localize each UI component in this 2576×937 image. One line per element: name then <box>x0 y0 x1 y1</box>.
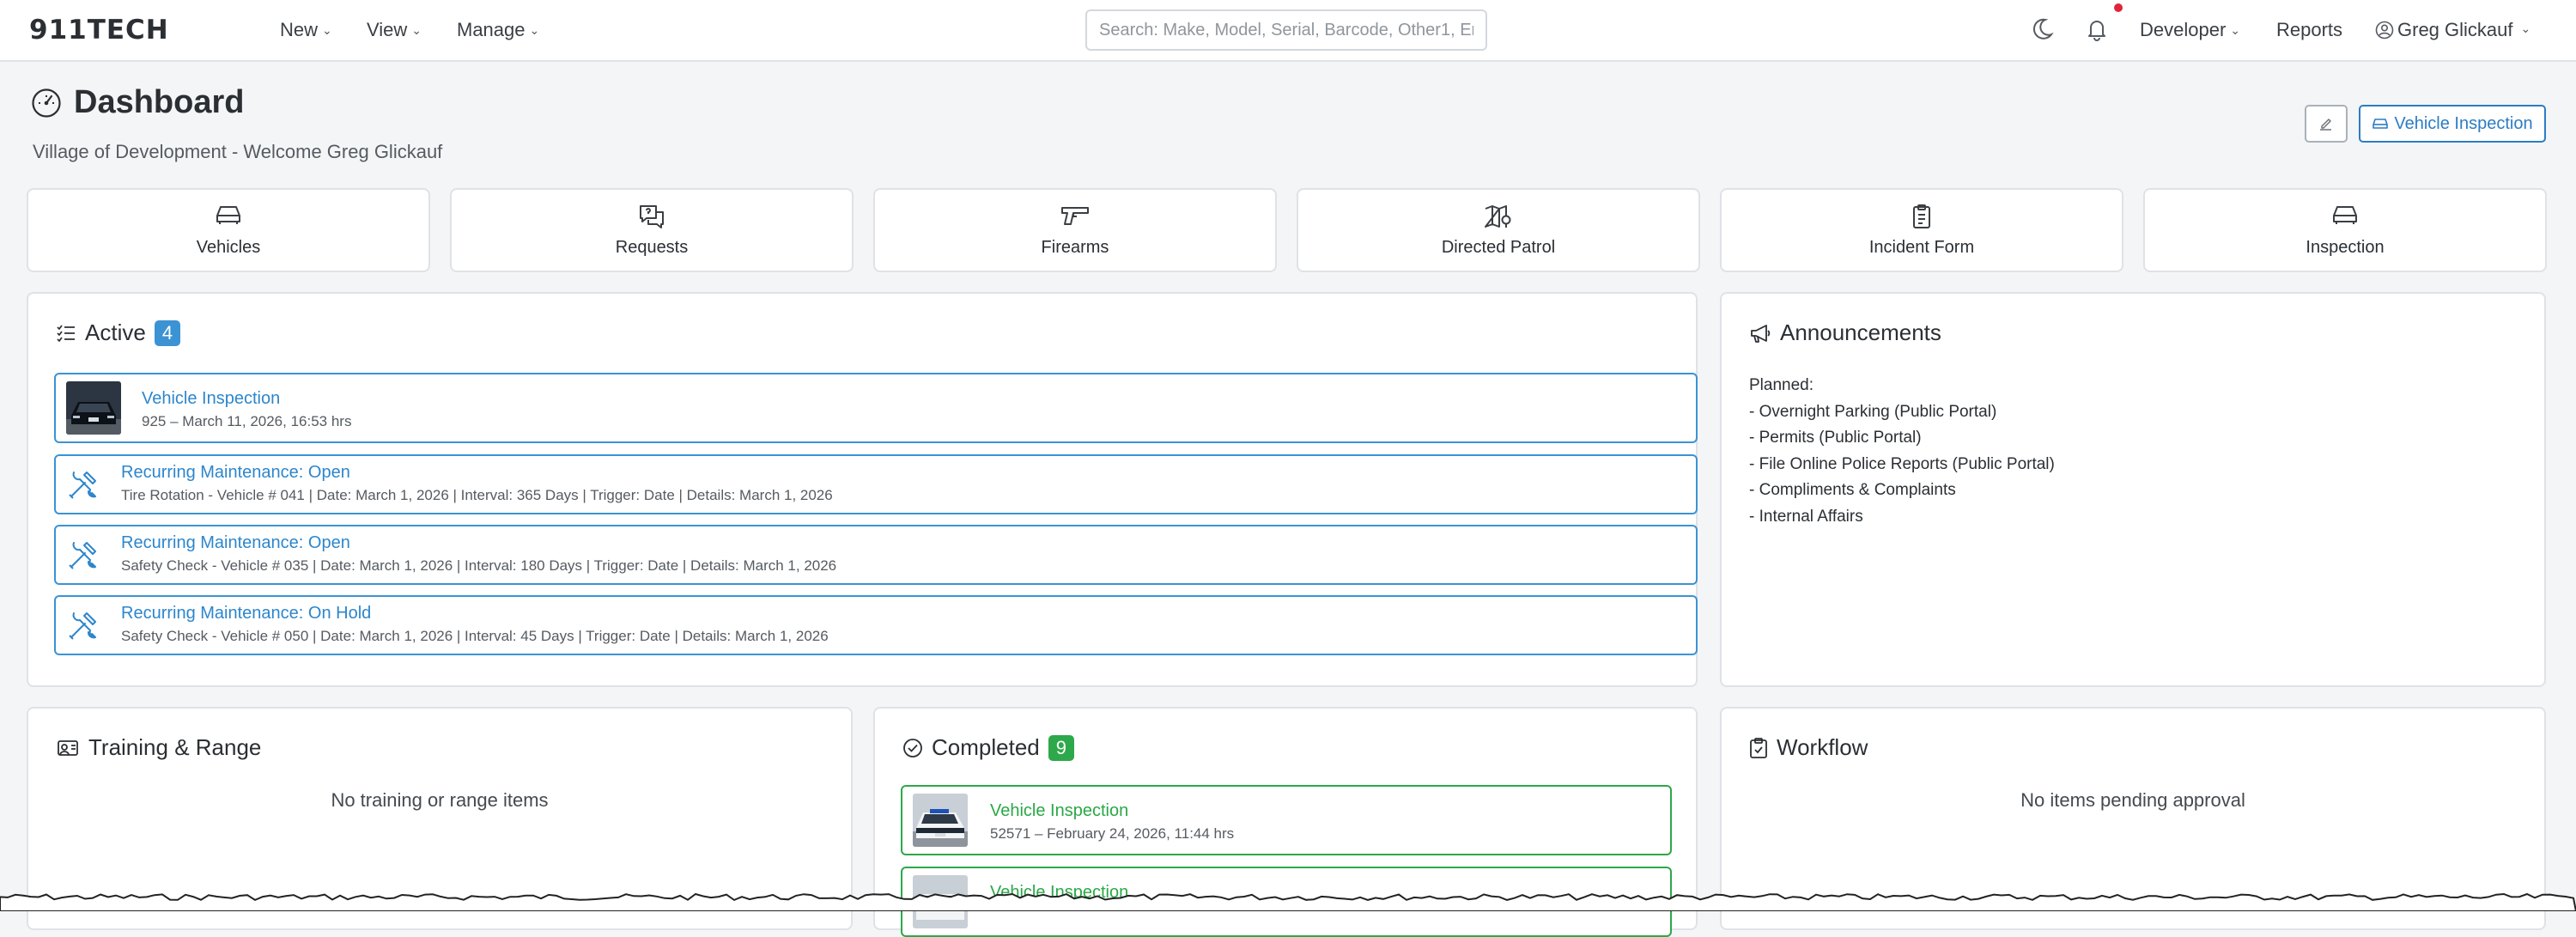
active-card-header: Active 4 <box>56 319 181 346</box>
chevron-down-icon: ⌄ <box>322 23 332 37</box>
chevron-down-icon: ⌄ <box>2520 21 2531 35</box>
dark-mode-moon-icon[interactable] <box>2028 15 2056 43</box>
car-icon <box>2372 119 2389 129</box>
active-item-title: Recurring Maintenance: Open <box>121 533 350 552</box>
announcement-line: - File Online Police Reports (Public Por… <box>1749 454 2055 473</box>
completed-item-vehicle-inspection[interactable]: Vehicle Inspection 52571 – February 24, … <box>901 785 1672 855</box>
tile-vehicles-label: Vehicles <box>196 238 261 257</box>
tile-inspection[interactable]: Inspection <box>2143 188 2547 272</box>
chevron-down-icon: ⌄ <box>529 23 540 37</box>
completed-card-title: Completed <box>932 734 1040 760</box>
tile-directed-patrol[interactable]: Directed Patrol <box>1297 188 1700 272</box>
app-logo[interactable]: 911TECH <box>29 15 169 46</box>
active-item-detail: Safety Check - Vehicle # 035 | Date: Mar… <box>121 557 837 574</box>
vehicle-inspection-button-label: Vehicle Inspection <box>2394 113 2533 133</box>
edit-dashboard-button[interactable] <box>2305 105 2348 143</box>
nav-menu-view-label: View <box>367 19 408 40</box>
training-range-card-header: Training & Range <box>56 734 261 761</box>
user-menu[interactable]: Greg Glickauf ⌄ <box>2375 19 2530 41</box>
clipboard-check-icon <box>1750 737 1767 758</box>
vehicle-thumbnail <box>913 794 968 847</box>
announcements-card-header: Announcements <box>1749 319 1941 346</box>
announcements-card: Announcements Planned: - Overnight Parki… <box>1720 292 2546 687</box>
tile-incident-form-label: Incident Form <box>1868 238 1975 257</box>
tile-firearms-label: Firearms <box>1041 238 1109 257</box>
active-item-title: Recurring Maintenance: Open <box>121 463 350 482</box>
chevron-down-icon: ⌄ <box>411 23 422 37</box>
checklist-icon <box>57 324 75 342</box>
pistol-icon <box>1061 207 1089 225</box>
wrench-screwdriver-icon <box>69 542 96 569</box>
announcements-card-title: Announcements <box>1780 319 1941 345</box>
completed-item-title: Vehicle Inspection <box>990 801 1129 820</box>
check-circle-icon <box>903 738 922 758</box>
active-item-maintenance-tire-rotation[interactable]: Recurring Maintenance: Open Tire Rotatio… <box>54 454 1698 514</box>
nav-menu-new[interactable]: New ⌄ <box>280 19 332 41</box>
page-subtitle: Village of Development - Welcome Greg Gl… <box>33 141 443 162</box>
edit-pencil-icon <box>2320 119 2331 131</box>
tile-directed-patrol-label: Directed Patrol <box>1441 238 1556 257</box>
search-input[interactable] <box>1085 9 1487 51</box>
tile-vehicles[interactable]: Vehicles <box>27 188 430 272</box>
completed-card-header: Completed 9 <box>902 734 1074 761</box>
active-item-detail: Tire Rotation - Vehicle # 041 | Date: Ma… <box>121 487 833 503</box>
active-item-vehicle-inspection[interactable]: Vehicle Inspection 925 – March 11, 2026,… <box>54 373 1698 443</box>
user-menu-label: Greg Glickauf <box>2397 19 2513 40</box>
active-card-title: Active <box>85 319 146 345</box>
announcement-line: Planned: <box>1749 376 1814 394</box>
active-item-title: Vehicle Inspection <box>142 389 281 408</box>
chat-question-icon <box>640 205 664 228</box>
page-title: Dashboard <box>74 84 245 120</box>
workflow-card-title: Workflow <box>1777 734 1868 760</box>
torn-page-edge <box>0 892 2576 911</box>
speedometer-icon <box>32 88 61 118</box>
tile-firearms[interactable]: Firearms <box>873 188 1277 272</box>
megaphone-icon <box>1751 324 1771 343</box>
announcement-line: - Permits (Public Portal) <box>1749 429 1922 447</box>
nav-link-reports-label: Reports <box>2276 19 2343 40</box>
nav-menu-developer[interactable]: Developer ⌄ <box>2140 19 2240 41</box>
nav-menu-view[interactable]: View ⌄ <box>367 19 422 41</box>
nav-menu-manage[interactable]: Manage ⌄ <box>457 19 539 41</box>
nav-menu-manage-label: Manage <box>457 19 526 40</box>
completed-item-detail: 52571 – February 24, 2026, 11:44 hrs <box>990 825 1235 842</box>
active-item-title: Recurring Maintenance: On Hold <box>121 604 372 623</box>
workflow-empty-message: No items pending approval <box>2020 789 2245 811</box>
top-navbar: 911TECH New⌄ View⌄ Manage⌄ Developer⌄ Re… <box>0 0 2576 62</box>
wrench-screwdriver-icon <box>69 472 96 499</box>
notification-dot <box>2114 3 2123 12</box>
wrench-screwdriver-icon <box>69 612 96 640</box>
active-item-maintenance-safety-check-050[interactable]: Recurring Maintenance: On Hold Safety Ch… <box>54 595 1698 655</box>
clipboard-icon <box>1913 204 1930 228</box>
notifications-bell-icon[interactable] <box>2083 15 2111 43</box>
tile-incident-form[interactable]: Incident Form <box>1720 188 2123 272</box>
active-item-maintenance-safety-check-035[interactable]: Recurring Maintenance: Open Safety Check… <box>54 525 1698 585</box>
training-empty-message: No training or range items <box>331 789 549 811</box>
user-circle-icon <box>2375 21 2394 40</box>
tile-requests-label: Requests <box>615 238 689 257</box>
announcement-line: - Compliments & Complaints <box>1749 481 1956 499</box>
car-icon <box>216 206 240 224</box>
vehicle-thumbnail <box>66 381 121 435</box>
completed-count-badge: 9 <box>1048 734 1074 761</box>
nav-menu-new-label: New <box>280 19 319 40</box>
nav-menu-developer-label: Developer <box>2140 19 2227 40</box>
announcements-body: Planned: - Overnight Parking (Public Por… <box>1749 373 2055 530</box>
active-count-badge: 4 <box>154 319 181 346</box>
active-item-detail: 925 – March 11, 2026, 16:53 hrs <box>142 413 352 429</box>
training-target-icon <box>58 739 78 756</box>
tile-inspection-label: Inspection <box>2306 238 2385 257</box>
announcement-line: - Internal Affairs <box>1749 507 1863 526</box>
workflow-card-header: Workflow <box>1749 734 1868 761</box>
active-card: Active 4 Vehicle Inspection 925 – March … <box>27 292 1698 687</box>
chevron-down-icon: ⌄ <box>2230 23 2241 37</box>
active-item-detail: Safety Check - Vehicle # 050 | Date: Mar… <box>121 628 829 644</box>
tile-requests[interactable]: Requests <box>450 188 854 272</box>
announcement-line: - Overnight Parking (Public Portal) <box>1749 402 1997 421</box>
nav-link-reports[interactable]: Reports <box>2276 19 2342 41</box>
vehicle-inspection-button[interactable]: Vehicle Inspection <box>2359 105 2546 143</box>
car-icon <box>2333 206 2357 224</box>
training-range-card-title: Training & Range <box>88 734 262 760</box>
map-pin-icon <box>1485 205 1511 228</box>
